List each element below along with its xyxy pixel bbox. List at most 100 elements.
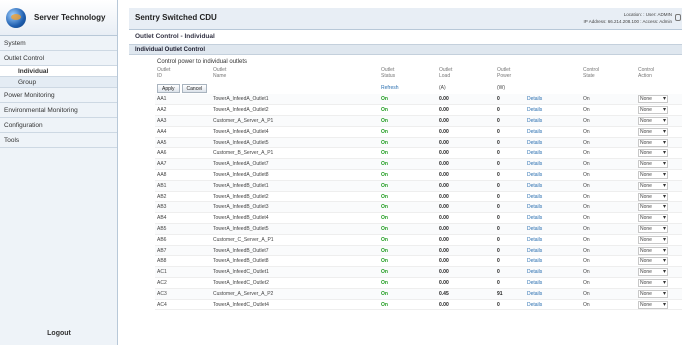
outlet-status: On	[379, 126, 437, 138]
control-action-select[interactable]: None	[638, 170, 668, 179]
sidebar-item-configuration[interactable]: Configuration	[0, 118, 117, 133]
table-row: AC4 TowerA_InfeedC_Outlet4 On 0.00 0 Details O…	[155, 299, 682, 311]
details-link[interactable]: Details	[527, 215, 542, 221]
outlet-table-container: Outlet ID Outlet Name Outlet Status Outlet L…	[155, 67, 682, 311]
control-action-select[interactable]: None	[638, 149, 668, 158]
sidebar-item-system[interactable]: System	[0, 36, 117, 51]
details-link[interactable]: Details	[527, 194, 542, 200]
apply-button[interactable]: Apply	[157, 83, 180, 93]
header-ip-access: IP Address: 66.214.208.100 : Access: Adm…	[583, 19, 672, 24]
outlet-power: 0	[495, 266, 525, 279]
outlet-id: AB1	[155, 180, 211, 192]
outlet-load: 0.00	[437, 137, 495, 149]
outlet-status: On	[379, 234, 437, 246]
control-action-select[interactable]: None	[638, 224, 668, 233]
table-row: AB7 TowerA_InfeedB_Outlet7 On 0.00 0 Details O…	[155, 245, 682, 257]
details-link[interactable]: Details	[527, 183, 542, 189]
details-link[interactable]: Details	[527, 161, 542, 167]
outlet-name: TowerA_InfeedB_Outlet1	[211, 180, 379, 192]
outlet-load: 0.00	[437, 266, 495, 279]
control-action-select[interactable]: None	[638, 214, 668, 223]
details-link[interactable]: Details	[527, 291, 542, 297]
col-control-action: Control Action	[638, 67, 655, 79]
control-action-select[interactable]: None	[638, 192, 668, 201]
sidebar-item-group[interactable]: Group	[0, 77, 117, 88]
details-link[interactable]: Details	[527, 150, 542, 156]
outlet-name: Customer_A_Server_A_P1	[211, 115, 379, 127]
details-link[interactable]: Details	[527, 118, 542, 124]
control-action-select[interactable]: None	[638, 160, 668, 169]
control-action-select[interactable]: None	[638, 127, 668, 136]
sidebar-item-tools[interactable]: Tools	[0, 133, 117, 148]
control-action-select[interactable]: None	[638, 268, 668, 277]
outlet-status: On	[379, 158, 437, 171]
outlet-status: On	[379, 191, 437, 203]
outlet-power: 0	[495, 180, 525, 192]
control-action-select[interactable]: None	[638, 257, 668, 266]
control-action-select[interactable]: None	[638, 203, 668, 212]
control-action-select[interactable]: None	[638, 246, 668, 255]
sidebar-item-outlet-control[interactable]: Outlet Control	[0, 51, 117, 66]
table-row: AA1 TowerA_InfeedA_Outlet1 On 0.00 0 Details O…	[155, 94, 682, 106]
details-link[interactable]: Details	[527, 258, 542, 264]
control-state: On	[581, 115, 636, 127]
control-state: On	[581, 147, 636, 160]
details-link[interactable]: Details	[527, 204, 542, 210]
details-link[interactable]: Details	[527, 269, 542, 275]
outlet-load: 0.00	[437, 191, 495, 203]
details-link[interactable]: Details	[527, 129, 542, 135]
col-control-state: Control State	[583, 67, 600, 79]
logout-link[interactable]: Logout	[0, 330, 118, 337]
details-link[interactable]: Details	[527, 302, 542, 308]
outlet-id: AA4	[155, 126, 211, 138]
table-row: AA6 Customer_B_Server_A_P1 On 0.00 0 Details O…	[155, 147, 682, 160]
details-link[interactable]: Details	[527, 226, 542, 232]
outlet-power: 0	[495, 94, 525, 106]
refresh-link[interactable]: Refresh	[381, 85, 399, 91]
control-action-select[interactable]: None	[638, 235, 668, 244]
outlet-id: AA6	[155, 147, 211, 160]
sidebar-nav: System Outlet Control Individual Group P…	[0, 36, 117, 148]
sidebar-item-power-monitoring[interactable]: Power Monitoring	[0, 88, 117, 103]
control-action-select[interactable]: None	[638, 181, 668, 190]
control-action-select[interactable]: None	[638, 95, 668, 104]
cancel-button[interactable]: Cancel	[181, 83, 208, 93]
control-action-select[interactable]: None	[638, 138, 668, 147]
actions-row: Apply Cancel Refresh (A) (W)	[155, 82, 682, 94]
outlet-power: 0	[495, 169, 525, 181]
outlet-status: On	[379, 266, 437, 279]
brand-logo[interactable]: Server Technology	[0, 0, 117, 36]
outlet-power: 0	[495, 137, 525, 149]
sidebar-item-individual[interactable]: Individual	[0, 66, 117, 77]
details-link[interactable]: Details	[527, 140, 542, 146]
subsection-title: Control power to individual outlets	[157, 59, 248, 65]
control-state: On	[581, 234, 636, 246]
outlet-id: AB4	[155, 212, 211, 225]
outlet-name: TowerA_InfeedB_Outlet5	[211, 223, 379, 235]
control-action-select[interactable]: None	[638, 106, 668, 115]
control-state: On	[581, 169, 636, 181]
section-header: Individual Outlet Control	[129, 44, 682, 55]
control-action-select[interactable]: None	[638, 289, 668, 298]
outlet-status: On	[379, 104, 437, 117]
details-link[interactable]: Details	[527, 237, 542, 243]
outlet-id: AB2	[155, 191, 211, 203]
control-state: On	[581, 299, 636, 311]
details-link[interactable]: Details	[527, 107, 542, 113]
details-link[interactable]: Details	[527, 248, 542, 254]
header-info: Location: : User: ADMIN IP Address: 66.2…	[584, 11, 672, 25]
details-link[interactable]: Details	[527, 96, 542, 102]
control-action-select[interactable]: None	[638, 278, 668, 287]
control-state: On	[581, 266, 636, 279]
details-link[interactable]: Details	[527, 280, 542, 286]
control-action-select[interactable]: None	[638, 300, 668, 309]
table-row: AA3 Customer_A_Server_A_P1 On 0.00 0 Details O…	[155, 115, 682, 127]
help-icon[interactable]	[675, 14, 681, 21]
control-action-select[interactable]: None	[638, 116, 668, 125]
control-state: On	[581, 104, 636, 117]
details-link[interactable]: Details	[527, 172, 542, 178]
outlet-name: Customer_B_Server_A_P1	[211, 147, 379, 160]
sidebar-item-environmental-monitoring[interactable]: Environmental Monitoring	[0, 103, 117, 118]
outlet-id: AA5	[155, 137, 211, 149]
outlet-power: 0	[495, 191, 525, 203]
